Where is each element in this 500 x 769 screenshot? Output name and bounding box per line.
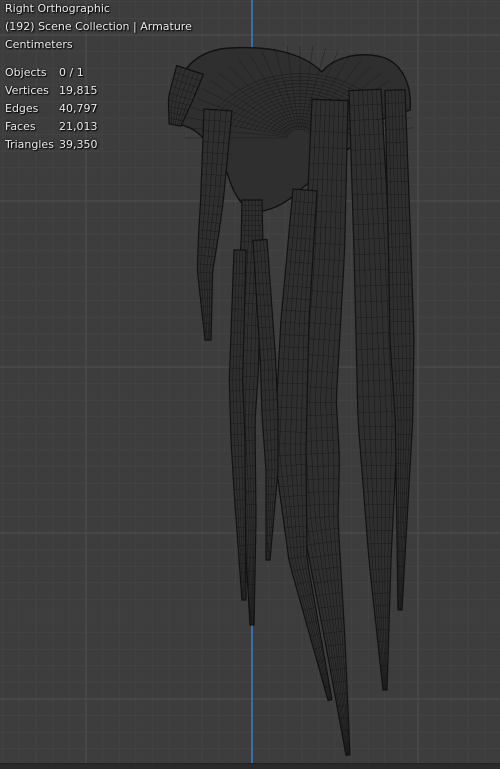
viewport-bottom-edge [0,763,500,769]
hair-side-lock-left [196,108,233,341]
viewport-grid [0,0,500,769]
3d-viewport[interactable]: Right Orthographic (192) Scene Collectio… [0,0,500,769]
hair-back-strand-6 [228,249,247,601]
hair-mesh-wireframe[interactable] [167,46,415,756]
